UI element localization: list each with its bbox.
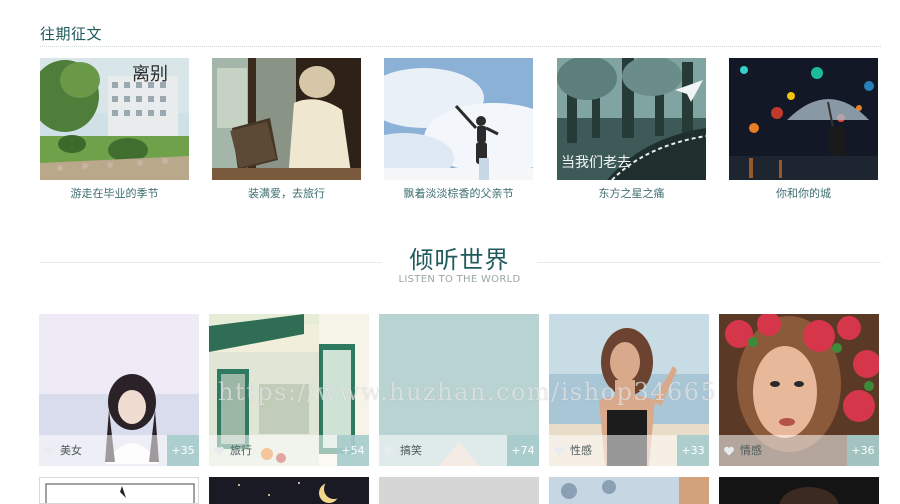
- next-row-thumb[interactable]: [209, 477, 369, 504]
- card-count-badge: +36: [847, 435, 879, 466]
- heading-rule-left: [40, 262, 382, 263]
- past-topic-item[interactable]: 离别 游走在毕业的季节: [40, 58, 189, 201]
- card-tag[interactable]: 性感: [570, 442, 592, 458]
- card-count-badge: +33: [677, 435, 709, 466]
- past-topic-caption[interactable]: 你和你的城: [729, 185, 878, 201]
- heading-rule-right: [537, 262, 881, 263]
- past-topic-image[interactable]: 离别: [40, 58, 189, 180]
- heart-icon[interactable]: [723, 445, 735, 457]
- listen-world-subtitle: LISTEN TO THE WORLD: [398, 274, 521, 285]
- past-topic-image[interactable]: [384, 58, 533, 180]
- past-topic-caption[interactable]: 装满爱，去旅行: [212, 185, 361, 201]
- past-topic-item[interactable]: 装满爱，去旅行: [212, 58, 361, 201]
- past-topic-item[interactable]: 飘着淡淡棕香的父亲节: [384, 58, 533, 201]
- card-count-badge: +74: [507, 435, 539, 466]
- heart-icon[interactable]: [213, 445, 225, 457]
- card-tag[interactable]: 搞笑: [400, 442, 422, 458]
- card-count-badge: +35: [167, 435, 199, 466]
- next-row-thumb[interactable]: [719, 477, 879, 504]
- next-row-thumb[interactable]: [549, 477, 709, 504]
- heart-icon[interactable]: [383, 445, 395, 457]
- past-topic-item[interactable]: 当我们老去 东方之星之痛: [557, 58, 706, 201]
- listen-world-title: 倾听世界: [409, 246, 510, 274]
- past-topic-image[interactable]: 当我们老去: [557, 58, 706, 180]
- thumb-overlay-text: 离别: [132, 64, 168, 85]
- card-tag[interactable]: 美女: [60, 442, 82, 458]
- heart-icon[interactable]: [553, 445, 565, 457]
- card-count-badge: +54: [337, 435, 369, 466]
- past-topic-item[interactable]: 你和你的城: [729, 58, 878, 201]
- past-topic-caption[interactable]: 东方之星之痛: [557, 185, 706, 201]
- past-topic-caption[interactable]: 飘着淡淡棕香的父亲节: [384, 185, 533, 201]
- card-tag[interactable]: 旅行: [230, 442, 252, 458]
- section-divider: [40, 46, 881, 47]
- card-tag[interactable]: 情感: [740, 442, 762, 458]
- heart-icon[interactable]: [43, 445, 55, 457]
- past-topics-title: 往期征文: [40, 25, 103, 43]
- watermark-text: https://www.huzhan.com/ishop34665: [218, 378, 718, 406]
- next-row-thumb[interactable]: [379, 477, 539, 504]
- next-row-thumb[interactable]: [39, 477, 199, 504]
- past-topic-caption[interactable]: 游走在毕业的季节: [40, 185, 189, 201]
- past-topic-image[interactable]: [212, 58, 361, 180]
- category-card[interactable]: 美女 +35: [39, 314, 199, 466]
- category-card[interactable]: 情感 +36: [719, 314, 879, 466]
- thumb-overlay-text: 当我们老去: [561, 155, 631, 171]
- past-topic-image[interactable]: [729, 58, 878, 180]
